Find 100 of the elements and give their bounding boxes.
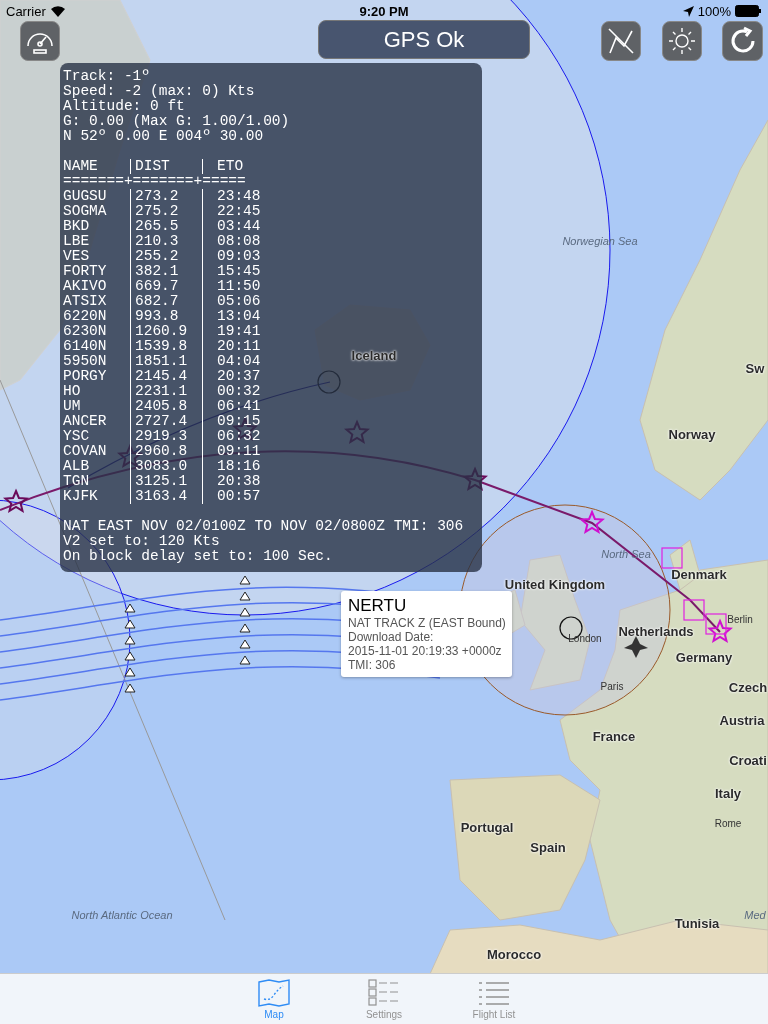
waypoint-name: COVAN xyxy=(63,444,131,459)
tab[interactable]: Flight List xyxy=(459,974,529,1024)
callout-line: NAT TRACK Z (EAST Bound) xyxy=(348,616,505,630)
map-label: North Sea xyxy=(601,548,651,560)
waypoint-eto: 20:11 xyxy=(216,339,261,354)
waypoint-eto: 06:41 xyxy=(216,399,261,414)
battery-percent: 100% xyxy=(697,3,731,19)
waypoint-eto: 23:48 xyxy=(216,189,261,204)
waypoint-eto: 20:37 xyxy=(216,369,261,384)
map-label: Rome xyxy=(714,817,742,829)
waypoint-name: KJFK xyxy=(63,489,131,504)
waypoint-eto: 05:06 xyxy=(216,294,261,309)
brightness-button[interactable] xyxy=(662,21,702,61)
map-label: Spain xyxy=(530,839,566,855)
waypoint-eto: 22:45 xyxy=(216,204,261,219)
waypoint-name: FORTY xyxy=(63,264,131,279)
waypoint-distance: 382.1 xyxy=(131,264,203,279)
callout-line: TMI: 306 xyxy=(348,658,397,672)
flight-info-line: Speed: -2 (max: 0) Kts xyxy=(63,84,256,99)
map-label: Czech xyxy=(728,679,768,695)
refresh-button[interactable] xyxy=(722,21,763,61)
waypoint-eto: 11:50 xyxy=(216,279,261,294)
waypoint-distance: 3163.4 xyxy=(131,489,203,504)
waypoint-eto: 15:45 xyxy=(216,264,261,279)
waypoint-distance: 993.8 xyxy=(131,309,203,324)
flight-info-line: G: 0.00 (Max G: 1.00/1.00) xyxy=(63,114,291,129)
map-icon xyxy=(258,978,290,1007)
flight-info-line: Track: -1º xyxy=(63,69,151,84)
waypoint-name: LBE xyxy=(63,234,131,249)
wifi-icon xyxy=(49,5,66,17)
waypoint-distance: 1539.8 xyxy=(131,339,203,354)
flight-info-line: Altitude: 0 ft xyxy=(63,99,186,114)
tab[interactable]: Map xyxy=(239,974,309,1024)
route-toggle-button[interactable] xyxy=(601,21,641,61)
waypoint-eto: 06:32 xyxy=(216,429,261,444)
waypoint-eto: 00:32 xyxy=(216,384,261,399)
waypoint-distance: 210.3 xyxy=(131,234,203,249)
map-label: Tunisia xyxy=(674,915,720,931)
waypoint-name: ATSIX xyxy=(63,294,131,309)
waypoint-name: YSC xyxy=(63,429,131,444)
tab[interactable]: Settings xyxy=(349,974,419,1024)
carrier-label: Carrier xyxy=(6,3,46,19)
waypoint-name: TGN xyxy=(63,474,131,489)
waypoint-name: VES xyxy=(63,249,131,264)
waypoint-distance: 265.5 xyxy=(131,219,203,234)
location-arrow-icon xyxy=(682,5,694,17)
map-label: Med xyxy=(744,909,766,921)
map-label: Morocco xyxy=(486,946,542,962)
map-label: Croati xyxy=(729,752,767,768)
waypoint-star xyxy=(579,509,605,534)
waypoint-distance: 2727.4 xyxy=(131,414,203,429)
map-label: Sw xyxy=(745,360,765,376)
waypoint-eto: 18:16 xyxy=(216,459,261,474)
column-header: ETO xyxy=(216,159,244,174)
waypoint-distance: 1260.9 xyxy=(131,324,203,339)
waypoint-distance: 2919.3 xyxy=(131,429,203,444)
waypoint-distance: 682.7 xyxy=(131,294,203,309)
waypoint-name: PORGY xyxy=(63,369,131,384)
waypoint-star xyxy=(3,488,29,514)
waypoint-name: UM xyxy=(63,399,131,414)
gps-status: GPS Ok xyxy=(318,20,530,59)
waypoint-name: 6230N xyxy=(63,324,131,339)
clock-time: 9:20 PM xyxy=(359,3,409,19)
battery-icon xyxy=(735,5,762,17)
waypoint-eto: 09:03 xyxy=(216,249,261,264)
speedometer-button[interactable] xyxy=(20,21,60,61)
waypoint-eto: 09:15 xyxy=(216,414,261,429)
table-separator: =======+=======+===== xyxy=(63,174,247,189)
waypoint-name: 5950N xyxy=(63,354,131,369)
waypoint-eto: 09:11 xyxy=(216,444,261,459)
waypoint-eto: 19:41 xyxy=(216,324,261,339)
flight-info-line: V2 set to: 120 Kts xyxy=(63,534,221,549)
waypoint-distance: 669.7 xyxy=(131,279,203,294)
waypoint-distance: 2145.4 xyxy=(131,369,203,384)
settings-list-icon xyxy=(368,978,400,1007)
waypoint-name: BKD xyxy=(63,219,131,234)
waypoint-distance: 2231.1 xyxy=(131,384,203,399)
sun-icon xyxy=(667,26,697,56)
waypoint-name: AKIVO xyxy=(63,279,131,294)
waypoint-eto: 08:08 xyxy=(216,234,261,249)
map-label: London xyxy=(568,632,602,644)
waypoint-distance: 255.2 xyxy=(131,249,203,264)
map-label: Norway xyxy=(668,426,716,442)
waypoint-distance: 275.2 xyxy=(131,204,203,219)
map-label: Austria xyxy=(719,712,765,728)
waypoint-eto: 20:38 xyxy=(216,474,261,489)
column-header: DIST xyxy=(131,159,203,174)
column-header: NAME xyxy=(63,159,131,174)
waypoint-distance: 2405.8 xyxy=(131,399,203,414)
airport-square xyxy=(683,599,705,621)
waypoint-eto: 13:04 xyxy=(216,309,261,324)
map-label: Portugal xyxy=(460,819,514,835)
map-label: France xyxy=(592,728,636,744)
waypoint-distance: 2960.8 xyxy=(131,444,203,459)
waypoint-name: 6140N xyxy=(63,339,131,354)
waypoint-name: ANCER xyxy=(63,414,131,429)
waypoint-distance: 273.2 xyxy=(131,189,203,204)
airport-square xyxy=(705,613,727,635)
map-label: Netherlands xyxy=(618,623,694,639)
map-label: Paris xyxy=(600,680,624,692)
